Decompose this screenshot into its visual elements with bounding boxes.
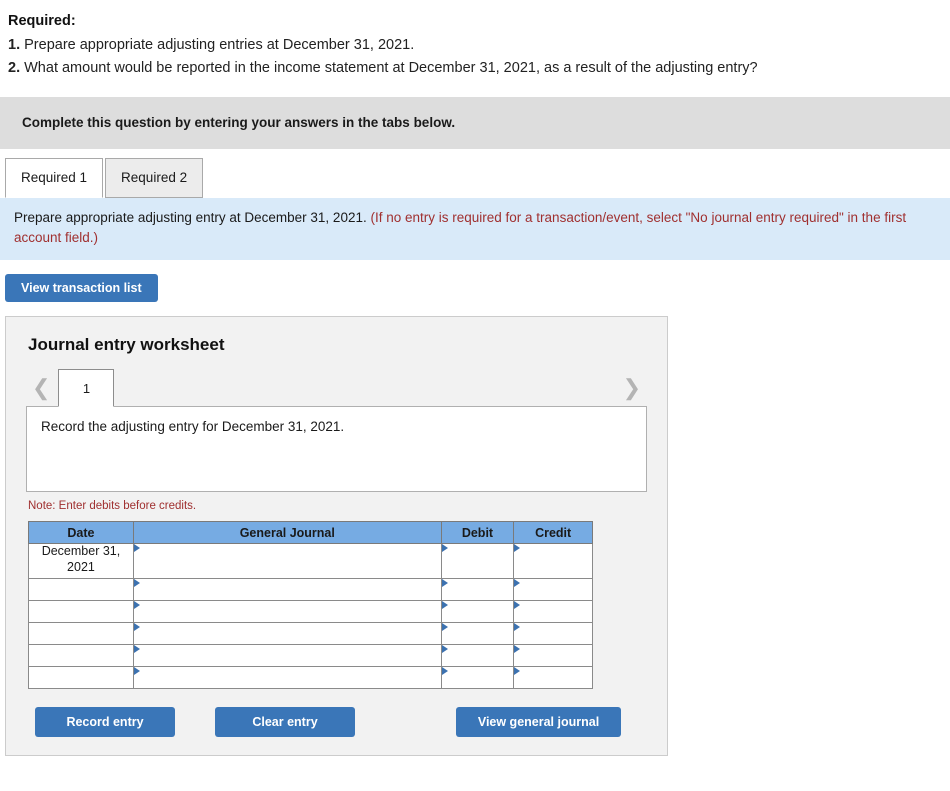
chevron-left-icon[interactable]: ❮ (26, 377, 56, 407)
cell-debit-2[interactable] (440, 578, 515, 602)
cell-debit-1[interactable] (440, 543, 515, 580)
cell-date-1: December 31, 2021 (28, 543, 134, 580)
dropdown-marker-icon (441, 645, 448, 654)
record-prompt-box: Record the adjusting entry for December … (26, 406, 647, 493)
cell-date-3[interactable] (28, 600, 134, 624)
journal-table-body: December 31, 2021 (28, 543, 593, 690)
view-transaction-list-wrap: View transaction list (0, 260, 950, 303)
tab-required-1[interactable]: Required 1 (5, 157, 104, 198)
column-header-date: Date (28, 521, 134, 545)
entry-tab-1-label: 1 (82, 380, 91, 396)
cell-general-journal-2[interactable] (132, 578, 442, 602)
record-entry-button[interactable]: Record entry (35, 707, 175, 738)
worksheet-actions: Record entry Clear entry View general jo… (28, 707, 621, 738)
required-heading: Required: (8, 13, 76, 29)
table-row (28, 622, 593, 646)
cell-date-2[interactable] (28, 578, 134, 602)
tab-required-2[interactable]: Required 2 (105, 157, 204, 198)
view-transaction-list-button[interactable]: View transaction list (5, 274, 158, 303)
required-item-1: 1. Prepare appropriate adjusting entries… (8, 35, 942, 56)
dropdown-marker-icon (441, 601, 448, 610)
clear-entry-button[interactable]: Clear entry (215, 707, 355, 738)
dropdown-marker-icon (441, 579, 448, 588)
question-instruction: Prepare appropriate adjusting entry at D… (0, 197, 950, 261)
required-item-1-number: 1. (8, 36, 21, 53)
instruction-banner-text: Complete this question by entering your … (22, 115, 456, 131)
cell-credit-2[interactable] (513, 578, 593, 602)
view-general-journal-button[interactable]: View general journal (456, 707, 621, 738)
dropdown-marker-icon (514, 601, 521, 610)
dropdown-marker-icon (514, 645, 521, 654)
dropdown-marker-icon (514, 623, 521, 632)
table-row: December 31, 2021 (28, 543, 593, 580)
cell-general-journal-1[interactable] (132, 543, 442, 580)
debits-before-credits-note: Note: Enter debits before credits. (28, 500, 197, 513)
table-row (28, 578, 593, 602)
cell-date-4[interactable] (28, 622, 134, 646)
column-header-debit: Debit (440, 521, 515, 545)
cell-general-journal-4[interactable] (132, 622, 442, 646)
dropdown-marker-icon (514, 667, 521, 676)
required-section: Required: 1. Prepare appropriate adjusti… (0, 0, 950, 79)
tab-required-2-label: Required 2 (121, 170, 188, 186)
dropdown-marker-icon (133, 623, 140, 632)
dropdown-marker-icon (133, 601, 140, 610)
cell-date-6[interactable] (28, 666, 134, 690)
question-instruction-main: Prepare appropriate adjusting entry at D… (14, 209, 367, 225)
dropdown-marker-icon (514, 579, 521, 588)
cell-debit-6[interactable] (440, 666, 515, 690)
table-row (28, 666, 593, 690)
dropdown-marker-icon (133, 544, 140, 553)
journal-entry-table: Date General Journal Debit Credit Decemb… (28, 521, 593, 690)
table-row (28, 600, 593, 624)
cell-debit-4[interactable] (440, 622, 515, 646)
required-item-2-text: What amount would be reported in the inc… (24, 59, 758, 76)
record-prompt-text: Record the adjusting entry for December … (41, 419, 345, 435)
dropdown-marker-icon (133, 645, 140, 654)
cell-debit-5[interactable] (440, 644, 515, 668)
required-item-2: 2. What amount would be reported in the … (8, 58, 942, 79)
cell-credit-5[interactable] (513, 644, 593, 668)
required-item-2-number: 2. (8, 59, 21, 76)
journal-entry-worksheet-panel: Journal entry worksheet ❮ 1 ❯ Record the… (5, 316, 668, 757)
cell-credit-6[interactable] (513, 666, 593, 690)
cell-general-journal-6[interactable] (132, 666, 442, 690)
column-header-general-journal: General Journal (132, 521, 442, 545)
cell-general-journal-3[interactable] (132, 600, 442, 624)
entry-tab-1[interactable]: 1 (58, 369, 115, 408)
journal-table-header-row: Date General Journal Debit Credit (28, 521, 593, 545)
cell-credit-4[interactable] (513, 622, 593, 646)
cell-date-5[interactable] (28, 644, 134, 668)
cell-debit-3[interactable] (440, 600, 515, 624)
table-row (28, 644, 593, 668)
tab-strip: Required 1 Required 2 (0, 156, 950, 198)
chevron-right-icon[interactable]: ❯ (617, 377, 647, 407)
required-item-1-text: Prepare appropriate adjusting entries at… (24, 36, 415, 53)
dropdown-marker-icon (514, 544, 521, 553)
worksheet-pager: ❮ 1 ❯ (26, 367, 647, 408)
dropdown-marker-icon (441, 544, 448, 553)
tab-required-1-label: Required 1 (21, 170, 88, 186)
column-header-credit: Credit (513, 521, 593, 545)
worksheet-title: Journal entry worksheet (28, 335, 225, 355)
cell-credit-3[interactable] (513, 600, 593, 624)
dropdown-marker-icon (441, 667, 448, 676)
dropdown-marker-icon (133, 667, 140, 676)
dropdown-marker-icon (133, 579, 140, 588)
instruction-banner: Complete this question by entering your … (0, 96, 950, 149)
dropdown-marker-icon (441, 623, 448, 632)
cell-credit-1[interactable] (513, 543, 593, 580)
cell-general-journal-5[interactable] (132, 644, 442, 668)
